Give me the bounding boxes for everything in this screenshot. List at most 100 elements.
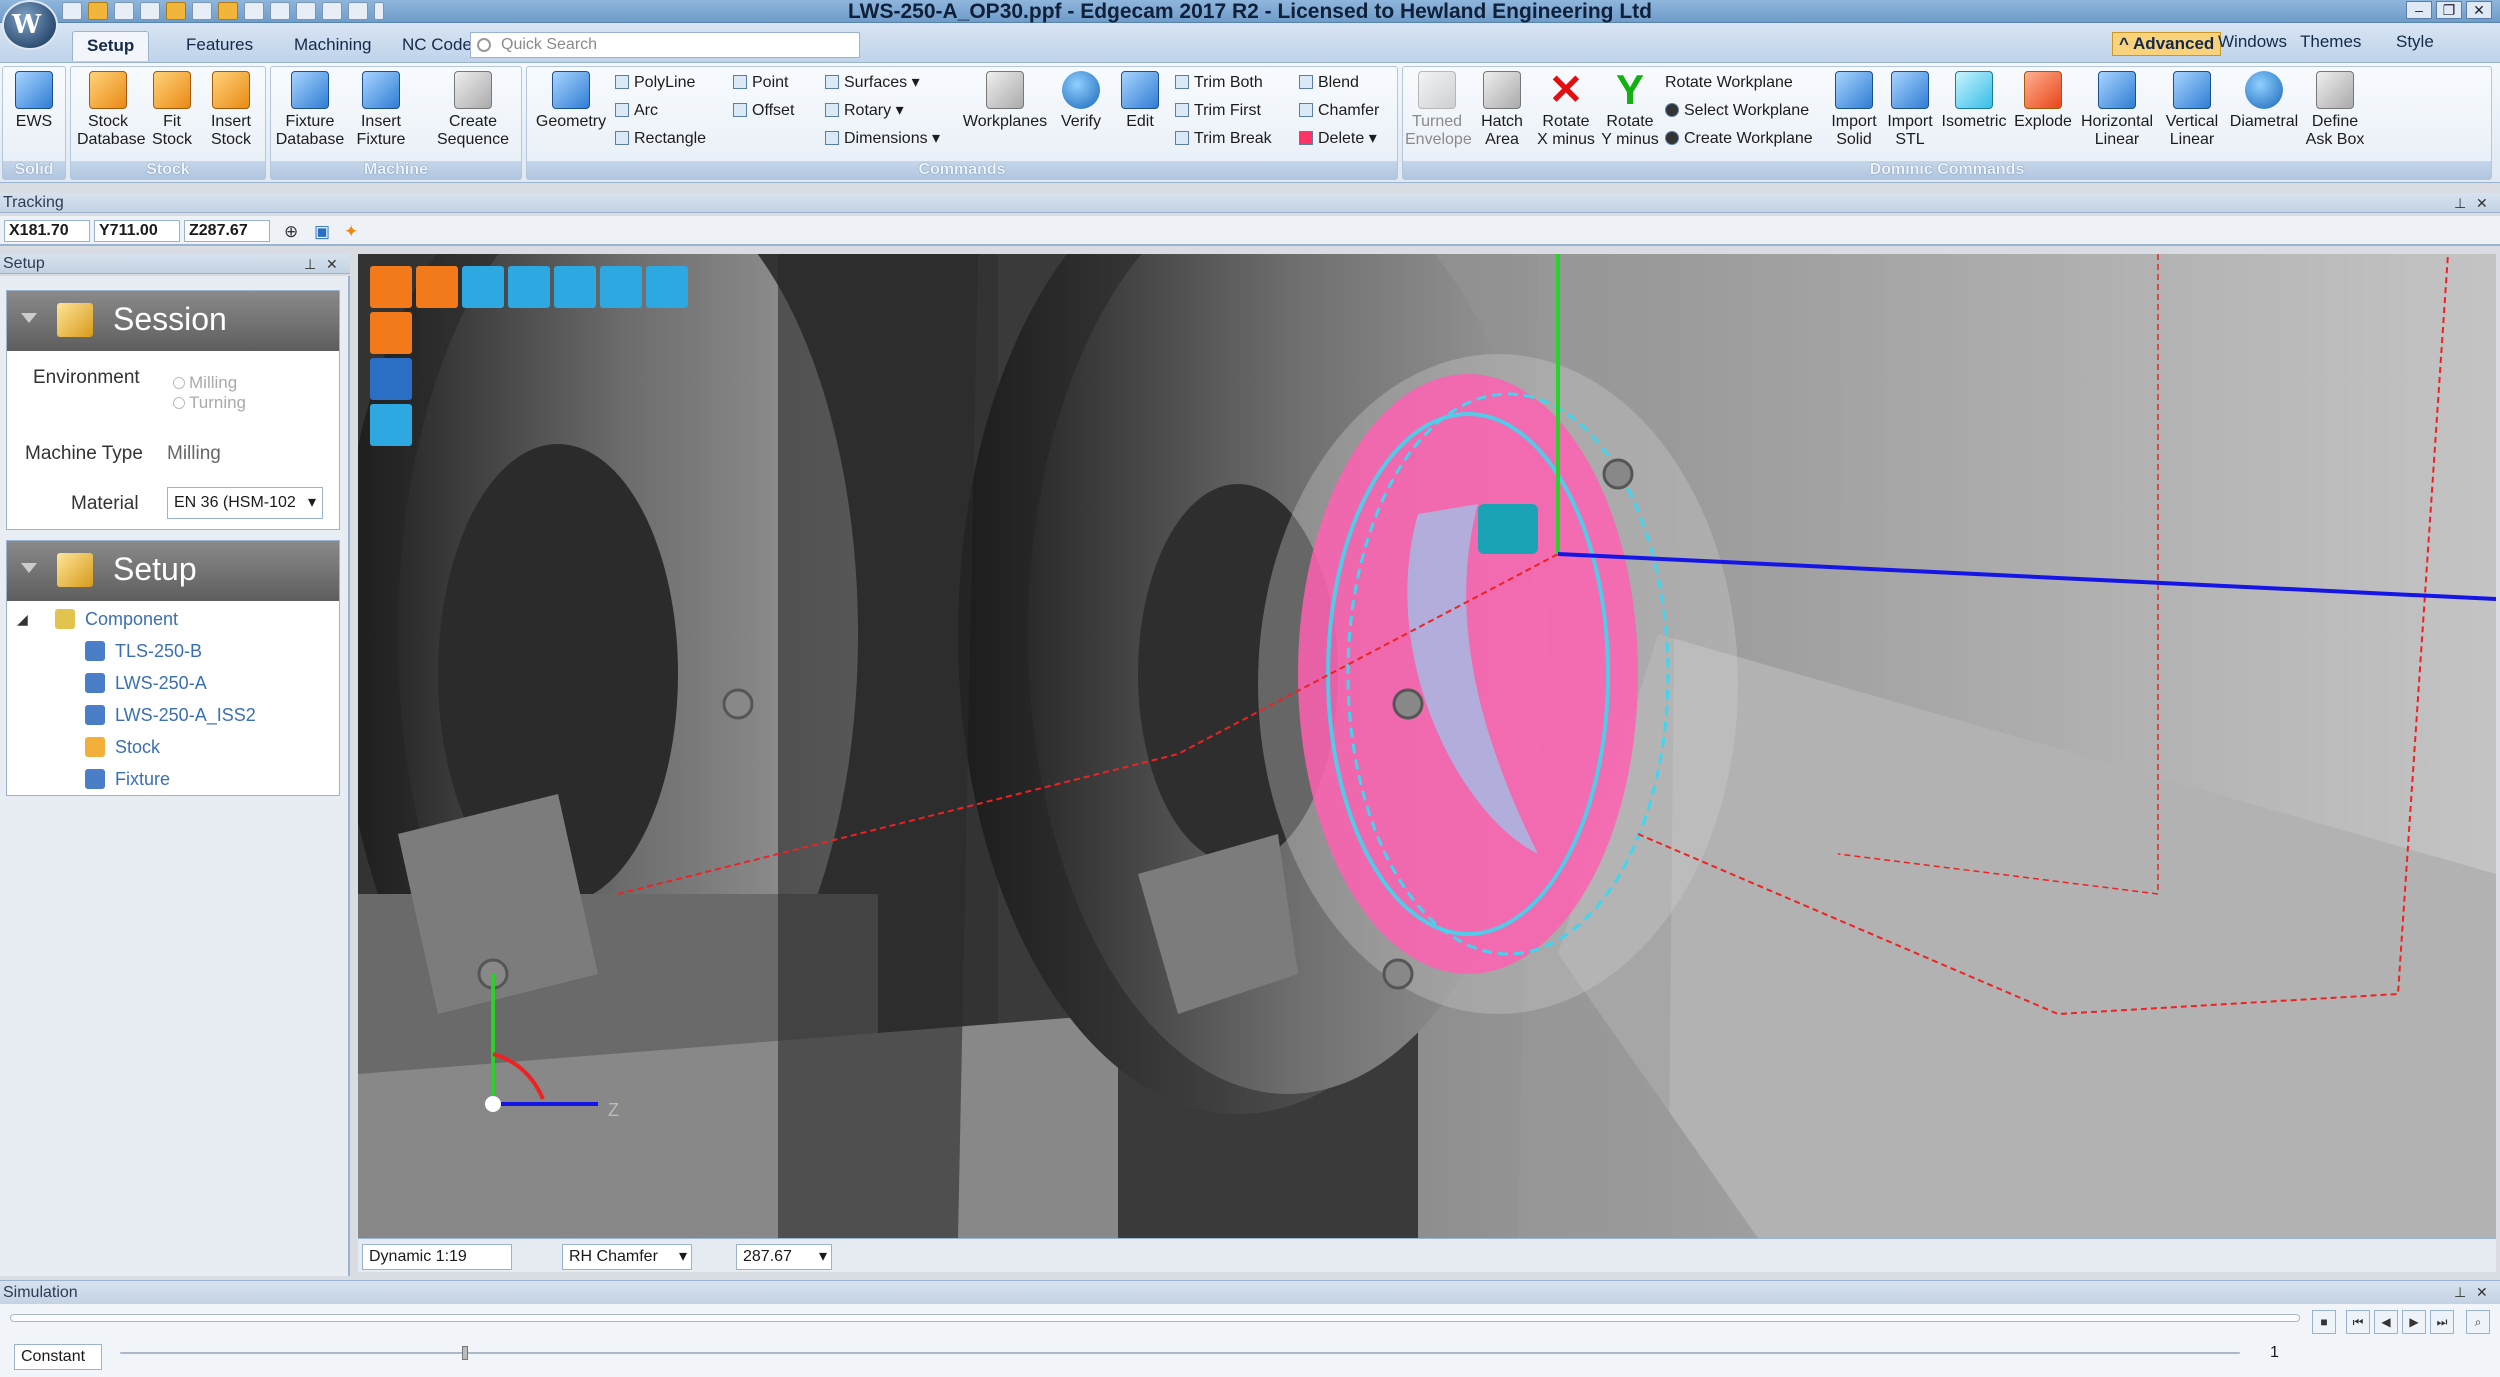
edit-button[interactable]: Edit xyxy=(1117,71,1163,131)
insert-stock-button[interactable]: Insert Stock xyxy=(203,71,259,149)
create-workplane-button[interactable]: Create Workplane xyxy=(1665,129,1813,149)
zoom-icon[interactable]: ⌕ xyxy=(2466,1310,2490,1334)
tree-expand-icon[interactable]: ◢ xyxy=(17,611,28,628)
rotate-workplane-button[interactable]: Rotate Workplane xyxy=(1665,73,1793,93)
setup-section-title: Setup xyxy=(113,551,197,587)
rotate-x-minus-button[interactable]: ✕ Rotate X minus xyxy=(1533,69,1599,149)
turned-envelope-button[interactable]: Turned Envelope xyxy=(1405,71,1472,149)
rewind-icon[interactable]: ⏮ xyxy=(2346,1310,2370,1334)
trim-both-button[interactable]: Trim Both xyxy=(1175,73,1263,93)
rotate-y-minus-button[interactable]: Y Rotate Y minus xyxy=(1599,69,1661,149)
dimensions-menu[interactable]: Dimensions ▾ xyxy=(825,129,940,149)
grid-icon[interactable]: ▣ xyxy=(314,222,330,242)
select-workplane-button[interactable]: Select Workplane xyxy=(1665,101,1809,121)
windows-menu[interactable]: Windows xyxy=(2218,32,2287,52)
explode-button[interactable]: Explode xyxy=(2011,71,2075,131)
panel-pin-icon[interactable]: ⊥ xyxy=(304,256,316,273)
stock-database-button[interactable]: Stock Database xyxy=(77,71,146,149)
machine-view-icon[interactable] xyxy=(416,266,458,308)
machine-type-value: Milling xyxy=(167,443,221,464)
arc-button[interactable]: Arc xyxy=(615,101,658,121)
workplanes-button[interactable]: Workplanes xyxy=(959,71,1051,131)
depth-select[interactable]: 287.67 ▾ xyxy=(736,1244,832,1270)
sim-pin-icon[interactable]: ⊥ xyxy=(2454,1284,2466,1301)
verify-button[interactable]: Verify xyxy=(1053,71,1109,131)
stock-view-icon[interactable] xyxy=(370,312,412,354)
step-forward-icon[interactable]: ▶ xyxy=(2402,1310,2426,1334)
rectangle-button[interactable]: Rectangle xyxy=(615,129,706,149)
chamfer-button[interactable]: Chamfer xyxy=(1299,101,1379,121)
collapse-icon[interactable] xyxy=(21,313,37,323)
point-button[interactable]: Point xyxy=(733,73,788,93)
tree-item-component[interactable]: Component xyxy=(55,609,178,630)
isometric-button[interactable]: Isometric xyxy=(1937,71,2011,131)
close-icon[interactable]: ✕ xyxy=(2466,1,2492,19)
surfaces-menu[interactable]: Surfaces ▾ xyxy=(825,73,920,93)
trim-break-button[interactable]: Trim Break xyxy=(1175,129,1272,149)
speed-mode-button[interactable]: Constant xyxy=(14,1344,102,1370)
trim-first-button[interactable]: Trim First xyxy=(1175,101,1261,121)
shaded-icon[interactable] xyxy=(370,404,412,446)
minimize-icon[interactable]: – xyxy=(2406,1,2432,19)
zoom-icon[interactable] xyxy=(554,266,596,308)
panel-close-icon[interactable]: ✕ xyxy=(326,256,338,273)
vertical-linear-button[interactable]: Vertical Linear xyxy=(2159,71,2225,149)
advanced-button[interactable]: ^ Advanced xyxy=(2112,32,2222,56)
create-sequence-button[interactable]: Create Sequence xyxy=(431,71,515,149)
hatch-area-button[interactable]: Hatch Area xyxy=(1477,71,1527,149)
import-stl-button[interactable]: Import STL xyxy=(1883,71,1937,149)
step-back-icon[interactable]: ◀ xyxy=(2374,1310,2398,1334)
define-ask-box-button[interactable]: Define Ask Box xyxy=(2303,71,2367,149)
globe-icon[interactable]: ⊕ xyxy=(284,222,298,242)
polyline-button[interactable]: PolyLine xyxy=(615,73,695,93)
graphics-viewport[interactable]: Z xyxy=(358,254,2496,1238)
fit-stock-button[interactable]: Fit Stock xyxy=(147,71,197,149)
list-icon[interactable] xyxy=(600,266,642,308)
tree-item-lws-250-a[interactable]: LWS-250-A xyxy=(85,673,207,694)
horizontal-linear-button[interactable]: Horizontal Linear xyxy=(2077,71,2157,149)
tree-item-tls-250-b[interactable]: TLS-250-B xyxy=(85,641,202,662)
fixture-database-button[interactable]: Fixture Database xyxy=(275,71,345,149)
tree-item-stock[interactable]: Stock xyxy=(85,737,160,758)
setup-section-header[interactable]: Setup xyxy=(7,541,339,601)
session-header[interactable]: Session xyxy=(7,291,339,351)
import-solid-button[interactable]: Import Solid xyxy=(1827,71,1881,149)
speed-slider[interactable] xyxy=(120,1352,2240,1354)
pan-icon[interactable] xyxy=(646,266,688,308)
restore-icon[interactable]: ❐ xyxy=(2436,1,2462,19)
tool-icon[interactable] xyxy=(508,266,550,308)
tree-item-fixture[interactable]: Fixture xyxy=(85,769,170,790)
app-logo[interactable]: W xyxy=(2,0,58,50)
view-cube-icon[interactable] xyxy=(370,266,412,308)
tool-select[interactable]: RH Chamfer ▾ xyxy=(562,1244,692,1270)
blend-label: Blend xyxy=(1318,74,1359,91)
blend-button[interactable]: Blend xyxy=(1299,73,1359,93)
delete-menu[interactable]: Delete ▾ xyxy=(1299,129,1377,149)
wireframe-icon[interactable] xyxy=(370,358,412,400)
tab-features[interactable]: Features xyxy=(172,31,267,61)
style-menu[interactable]: Style xyxy=(2396,32,2434,52)
material-dropdown[interactable]: EN 36 (HSM-102 ▾ xyxy=(167,487,323,519)
tree-item-lws-250-a-iss2[interactable]: LWS-250-A_ISS2 xyxy=(85,705,256,726)
tab-machining[interactable]: Machining xyxy=(280,31,386,61)
tab-setup[interactable]: Setup xyxy=(72,31,150,61)
pin-icon[interactable]: ⊥ xyxy=(2454,195,2466,212)
close-icon[interactable]: ✕ xyxy=(2476,195,2488,212)
import-solid-icon xyxy=(1835,71,1873,109)
rotary-menu[interactable]: Rotary ▾ xyxy=(825,101,904,121)
quick-search-input[interactable]: Quick Search xyxy=(470,32,860,58)
insert-fixture-button[interactable]: Insert Fixture xyxy=(349,71,413,149)
sim-close-icon[interactable]: ✕ xyxy=(2476,1284,2488,1301)
fast-forward-icon[interactable]: ⏭ xyxy=(2430,1310,2454,1334)
snap-icon[interactable]: ✦ xyxy=(344,222,358,242)
stop-icon[interactable]: ■ xyxy=(2312,1310,2336,1334)
speed-slider-thumb[interactable] xyxy=(462,1346,468,1360)
offset-button[interactable]: Offset xyxy=(733,101,794,121)
ews-button[interactable]: EWS xyxy=(9,71,59,131)
diametral-button[interactable]: Diametral xyxy=(2229,71,2299,131)
collapse-icon[interactable] xyxy=(21,563,37,573)
themes-menu[interactable]: Themes xyxy=(2300,32,2361,52)
geometry-button[interactable]: Geometry xyxy=(531,71,611,131)
progress-slider[interactable] xyxy=(10,1314,2300,1322)
layers-icon[interactable] xyxy=(462,266,504,308)
